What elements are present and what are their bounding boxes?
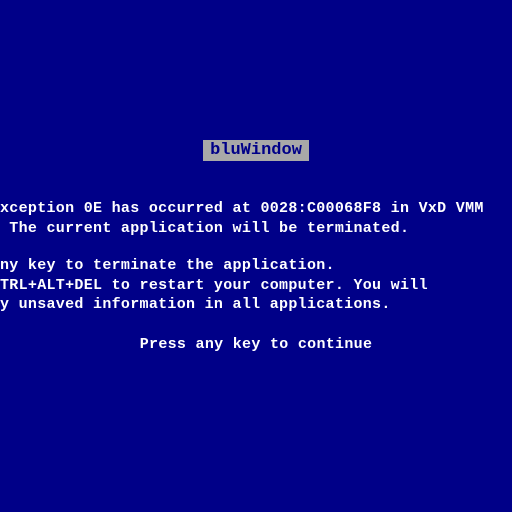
instruction-line-1: ny key to terminate the application.	[0, 256, 512, 276]
exception-block: xception 0E has occurred at 0028:C00068F…	[0, 199, 512, 238]
instruction-line-3: y unsaved information in all application…	[0, 295, 512, 315]
instruction-line-2: TRL+ALT+DEL to restart your computer. Yo…	[0, 276, 512, 296]
instructions-block: ny key to terminate the application. TRL…	[0, 256, 512, 315]
exception-line-1: xception 0E has occurred at 0028:C00068F…	[0, 199, 512, 219]
continue-row[interactable]: Press any key to continue	[0, 335, 512, 355]
continue-prompt: Press any key to continue	[140, 336, 373, 353]
exception-line-2: The current application will be terminat…	[0, 219, 512, 239]
bsod-screen: bluWindow xception 0E has occurred at 00…	[0, 140, 512, 354]
error-title: bluWindow	[203, 140, 309, 161]
title-row: bluWindow	[0, 140, 512, 161]
